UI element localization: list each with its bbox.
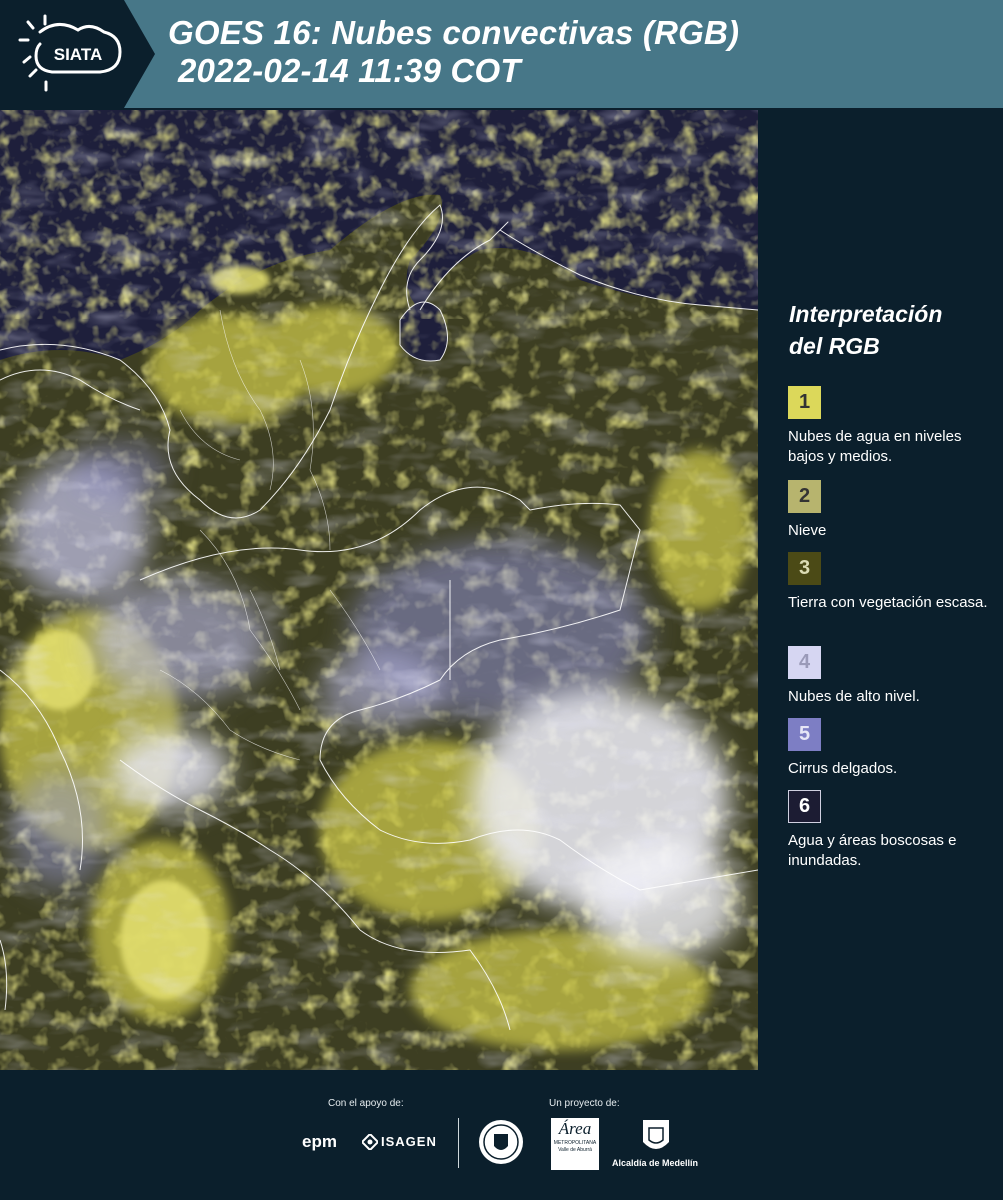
project-label: Un proyecto de: [549,1098,620,1109]
legend-swatch-1: 1 [788,386,821,419]
legend-label-1: Nubes de agua en niveles bajos y medios. [788,428,962,465]
rgb-legend-panel: Interpretación del RGB 1 Nubes de agua e… [760,108,1003,1070]
legend-title-line1: Interpretación [789,301,943,327]
legend-swatch-2: 2 [788,480,821,513]
area-logo-text: Área [558,1119,592,1138]
title-product: GOES 16: Nubes convectivas (RGB) [168,14,740,51]
title-datetime: 2022-02-14 11:39 COT [178,52,521,89]
legend-item-6: 6 Agua y áreas boscosas e inundadas. [788,790,998,871]
satellite-image-render [0,110,758,1070]
page-title: GOES 16: Nubes convectivas (RGB) 2022-02… [168,14,739,90]
legend-label-5: Cirrus delgados. [788,760,898,777]
legend-swatch-6: 6 [788,790,821,823]
area-logo-sub1: METROPOLITANA [553,1140,597,1146]
support-label: Con el apoyo de: [328,1098,404,1109]
legend-label-4: Nubes de alto nivel. [788,688,920,705]
isagen-logo-icon [362,1134,378,1150]
legend-title-line2: del RGB [789,333,880,359]
alcaldia-shield-icon [643,1120,669,1149]
satellite-rgb-image [0,110,758,1070]
header-bar: SIATA GOES 16: Nubes convectivas (RGB) 2… [0,0,1003,108]
epm-logo: epm [302,1132,337,1151]
footer-divider [458,1118,459,1168]
siata-logo: SIATA [0,0,155,108]
footer-sponsors: Con el apoyo de: Un proyecto de: epm ISA… [0,1070,1003,1200]
legend-item-4: 4 Nubes de alto nivel. [788,646,998,707]
legend-item-5: 5 Cirrus delgados. [788,718,998,779]
legend-item-3: 3 Tierra con vegetación escasa. [788,552,998,613]
legend-swatch-4: 4 [788,646,821,679]
alcaldia-label: Alcaldía de Medellín [612,1158,699,1168]
isagen-logo: ISAGEN [381,1134,437,1149]
area-metropolitana-logo: Área METROPOLITANA Valle de Aburrá [551,1118,599,1170]
legend-label-2: Nieve [788,522,827,539]
area-logo-sub2: Valle de Aburrá [558,1147,592,1153]
legend-item-2: 2 Nieve [788,480,998,541]
legend-item-1: 1 Nubes de agua en niveles bajos y medio… [788,386,998,467]
legend-title: Interpretación del RGB [789,298,999,362]
legend-swatch-5: 5 [788,718,821,751]
medellin-seal-icon [479,1120,523,1164]
siata-logo-text: SIATA [54,45,102,64]
legend-label-3: Tierra con vegetación escasa. [788,594,988,611]
legend-label-6: Agua y áreas boscosas e inundadas. [788,832,957,869]
legend-swatch-3: 3 [788,552,821,585]
